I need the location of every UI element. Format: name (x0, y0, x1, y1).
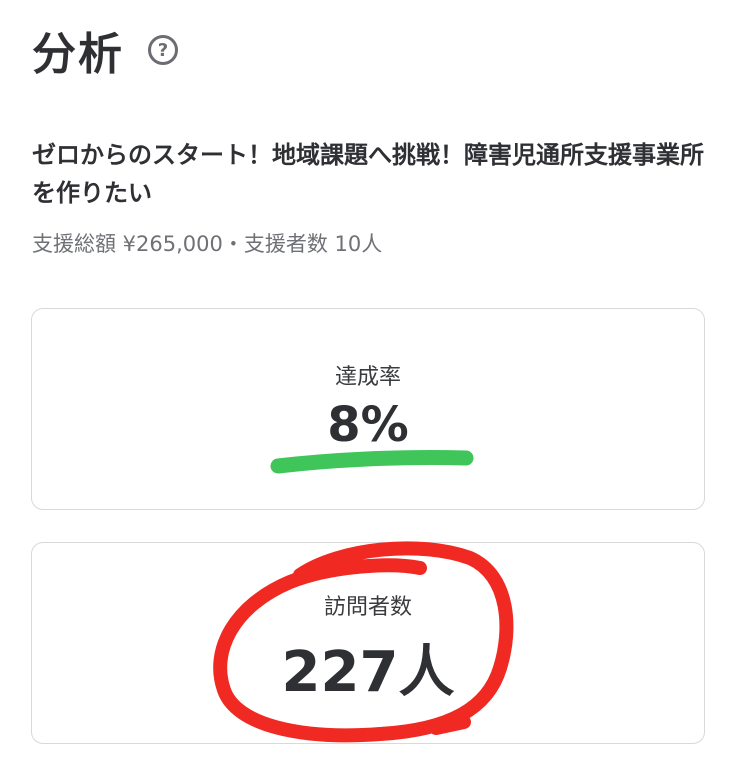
page-title: 分析 (32, 29, 124, 80)
achievement-rate-label: 達成率 (334, 365, 401, 390)
achievement-rate-value: 8% (327, 397, 409, 453)
page-header: 分析 ? (32, 18, 178, 82)
project-title: ゼロからのスタート！地域課題へ挑戦！障害児通所支援事業所を作りたい (32, 141, 704, 207)
achievement-rate-card: 達成率 8% (31, 308, 705, 510)
project-meta: 支援総額 ¥265,000・支援者数 10人 (32, 232, 383, 256)
help-icon[interactable]: ? (148, 35, 178, 65)
visitor-count-card: 訪問者数 227人 (31, 542, 705, 744)
visitor-count-label: 訪問者数 (323, 595, 412, 620)
visitor-count-value: 227人 (281, 640, 455, 705)
